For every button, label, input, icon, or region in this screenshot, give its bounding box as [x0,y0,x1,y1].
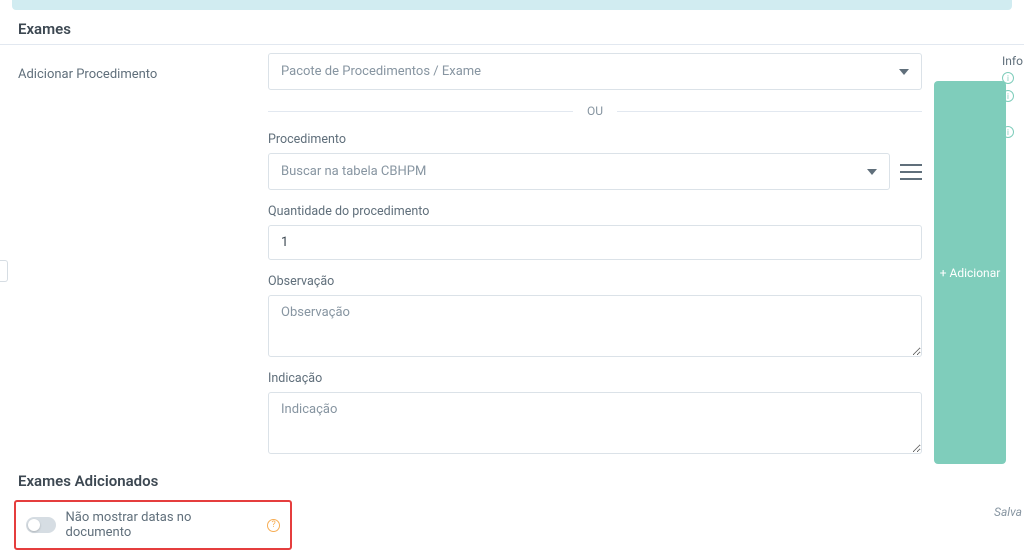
hide-dates-row: Não mostrar datas no documento ? [14,500,292,550]
indication-textarea[interactable] [268,392,922,454]
quantity-label: Quantidade do procedimento [268,204,922,219]
add-button[interactable]: + Adicionar [934,81,1006,464]
info-icon[interactable]: i [1002,72,1014,84]
save-hint: Salva [994,505,1022,519]
info-banner [12,0,1012,10]
observation-textarea[interactable] [268,295,922,357]
observation-label: Observação [268,274,922,289]
add-button-label: + Adicionar [940,266,1001,280]
add-procedure-label: Adicionar Procedimento [18,53,268,464]
procedure-select-placeholder: Buscar na tabela CBHPM [281,164,426,179]
section-exams-title: Exames [0,10,1024,45]
hide-dates-toggle[interactable] [26,517,56,533]
info-icon[interactable]: i [1002,90,1014,102]
info-sidebar-label: Info [1002,54,1024,68]
indication-label: Indicação [268,371,922,386]
info-icon[interactable]: i [1002,126,1014,138]
procedure-label: Procedimento [268,132,922,147]
list-icon[interactable] [900,164,922,180]
info-sidebar: Info i i i [1002,54,1024,144]
procedure-select[interactable]: Buscar na tabela CBHPM [268,153,890,190]
package-select[interactable]: Pacote de Procedimentos / Exame [268,53,922,90]
chevron-down-icon [867,169,877,175]
help-icon[interactable]: ? [267,519,280,532]
collapse-handle[interactable] [0,260,8,282]
chevron-down-icon [899,69,909,75]
package-select-placeholder: Pacote de Procedimentos / Exame [281,64,481,79]
add-procedure-form: Adicionar Procedimento Pacote de Procedi… [0,53,1024,464]
separator-label: OU [573,104,617,118]
separator-row: OU [268,104,922,118]
quantity-input[interactable] [268,225,922,260]
section-added-title: Exames Adicionados [0,464,1024,500]
hide-dates-label: Não mostrar datas no documento [66,510,258,540]
